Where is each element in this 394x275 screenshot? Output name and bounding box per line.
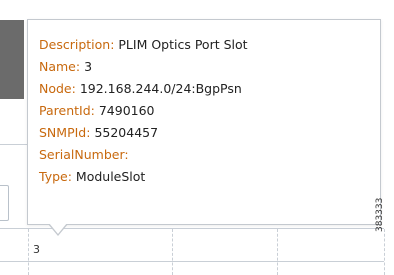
tooltip-row-node: Node: 192.168.244.0/24:BgpPsn [39, 78, 248, 100]
property-value: 192.168.244.0/24:BgpPsn [79, 81, 242, 96]
left-panel-tab [0, 20, 24, 99]
tooltip-row-description: Description: PLIM Optics Port Slot [39, 34, 248, 56]
property-value: PLIM Optics Port Slot [118, 37, 248, 52]
property-value: 55204457 [94, 125, 159, 140]
column-divider [28, 229, 29, 275]
figure-id: 383333 [375, 197, 385, 232]
column-divider [172, 229, 173, 275]
column-divider [277, 229, 278, 275]
property-key: ParentId: [39, 103, 95, 118]
table-divider [0, 144, 30, 145]
property-value: 3 [84, 59, 93, 74]
tooltip-row-name: Name: 3 [39, 56, 248, 78]
screenshot-stage: 3 Description: PLIM Optics Port Slot Nam… [0, 0, 394, 275]
property-key: Type: [39, 169, 72, 184]
properties-tooltip: Description: PLIM Optics Port Slot Name:… [27, 19, 381, 225]
table-row-border [0, 261, 384, 262]
row-input-edge [0, 185, 9, 221]
table-cell-name[interactable]: 3 [33, 243, 40, 256]
tooltip-row-parentid: ParentId: 7490160 [39, 100, 248, 122]
tooltip-property-list: Description: PLIM Optics Port Slot Name:… [39, 34, 248, 188]
property-key: SerialNumber: [39, 147, 129, 162]
tooltip-pointer-fill [49, 223, 67, 234]
tooltip-row-type: Type: ModuleSlot [39, 166, 248, 188]
property-value: ModuleSlot [75, 169, 146, 184]
property-key: SNMPId: [39, 125, 91, 140]
property-key: Node: [39, 81, 76, 96]
column-divider [384, 229, 385, 275]
property-value: 7490160 [98, 103, 155, 118]
property-key: Description: [39, 37, 115, 52]
property-key: Name: [39, 59, 81, 74]
tooltip-row-snmpid: SNMPId: 55204457 [39, 122, 248, 144]
tooltip-row-serialnumber: SerialNumber: [39, 144, 248, 166]
